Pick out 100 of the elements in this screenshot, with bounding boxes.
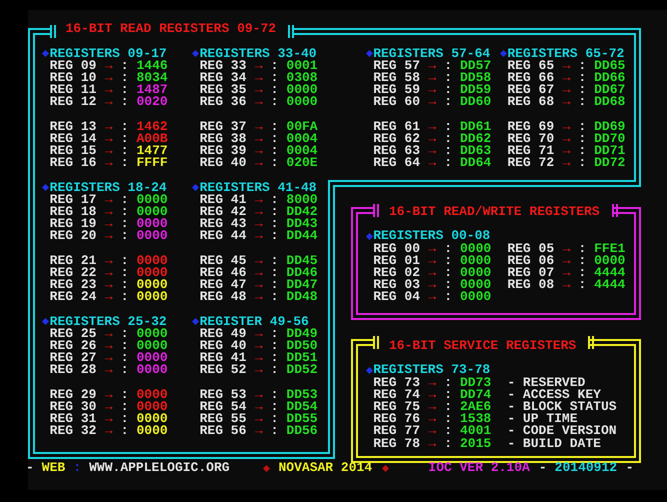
arrow-glyph: → [428, 60, 436, 72]
arrow-glyph: → [104, 413, 113, 426]
arrow-glyph: → [104, 388, 113, 401]
register-label: REG 28 [50, 364, 98, 377]
colon: : [120, 206, 129, 218]
arrow-glyph: → [254, 120, 263, 133]
group-heading: REGISTERS 00-08 [373, 230, 492, 243]
register-value: DD59 [460, 84, 492, 96]
register-value: 1538 [460, 413, 492, 426]
arrow-glyph: → [254, 72, 263, 84]
arrow-glyph: → [254, 266, 263, 280]
arrow-glyph: → [428, 242, 436, 255]
arrow-glyph: → [254, 84, 263, 96]
register-label: REG 07 [507, 266, 555, 280]
register-value: 0000 [286, 96, 318, 108]
colon: : [120, 279, 129, 292]
colon: : [444, 145, 452, 158]
register-label: REG 48 [200, 291, 247, 304]
register-label: REG 74 [373, 388, 421, 401]
register-label: REG 01 [373, 254, 421, 267]
register-label: REG 05 [507, 242, 555, 255]
register-label: REG 00 [373, 242, 421, 255]
register-label: REG 45 [200, 254, 247, 267]
register-label: REG 66 [507, 72, 555, 84]
colon: : [270, 266, 278, 280]
arrow-glyph: → [254, 340, 263, 352]
arrow-glyph: → [104, 340, 113, 352]
colon: : [578, 84, 586, 96]
register-value: DD65 [594, 60, 626, 72]
register-value: 0004 [286, 132, 318, 146]
colon: : [120, 60, 129, 72]
register-label: REG 75 [373, 401, 421, 414]
colon: : [120, 194, 129, 206]
colon: : [270, 388, 278, 401]
register-value: 0020 [136, 96, 168, 108]
register-value: DD48 [286, 291, 318, 304]
colon: : [270, 120, 278, 133]
register-value: 0000 [136, 254, 168, 267]
register-value: 0004 [286, 145, 318, 158]
arrow-glyph: → [254, 254, 263, 267]
register-value: 0000 [136, 194, 168, 206]
register-value: 4444 [594, 279, 626, 292]
version-text: IOC VER 2.10A [428, 462, 531, 474]
group-heading: REGISTERS 73-78 [373, 364, 492, 377]
colon: : [120, 84, 129, 96]
register-value: 8000 [286, 194, 318, 206]
colon: : [270, 352, 278, 364]
register-value: DD62 [460, 132, 492, 146]
colon: : [73, 462, 82, 474]
register-value: 0000 [136, 425, 168, 438]
colon: : [578, 266, 586, 280]
arrow-glyph: → [254, 206, 263, 218]
register-label: REG 56 [200, 425, 247, 438]
register-label: REG 16 [50, 157, 98, 170]
register-label: REG 41 [200, 352, 247, 364]
register-description: - CODE VERSION [507, 425, 618, 438]
register-label: REG 73 [373, 376, 421, 389]
register-label: REG 40 [200, 340, 247, 352]
register-value: 0000 [136, 279, 168, 292]
register-value: 0000 [460, 291, 492, 304]
bullet-icon [42, 318, 50, 326]
register-value: 0000 [136, 266, 168, 280]
colon: : [444, 401, 452, 414]
register-value: 1487 [136, 84, 168, 96]
register-label: REG 76 [373, 413, 421, 426]
register-label: REG 04 [373, 291, 421, 304]
colon: : [444, 60, 452, 72]
arrow-glyph: → [428, 120, 436, 133]
colon: : [578, 157, 586, 170]
group-heading: REGISTER 49-56 [200, 316, 309, 328]
colon: : [270, 206, 278, 218]
website-url: WWW.APPLELOGIC.ORG [89, 462, 231, 474]
arrow-glyph: → [104, 84, 113, 96]
colon: : [120, 157, 129, 170]
colon: : [270, 96, 278, 108]
arrow-glyph: → [104, 230, 113, 243]
colon: : [270, 230, 278, 243]
colon: : [444, 413, 452, 426]
register-label: REG 35 [200, 84, 247, 96]
colon: : [270, 328, 278, 340]
register-value: DD67 [594, 84, 626, 96]
register-label: REG 37 [200, 120, 247, 133]
register-label: REG 59 [373, 84, 421, 96]
register-value: 0000 [136, 328, 168, 340]
register-value: 0000 [460, 266, 492, 280]
arrow-glyph: → [104, 328, 113, 340]
arrow-glyph: → [562, 145, 570, 158]
register-label: REG 44 [200, 230, 247, 243]
register-label: REG 34 [200, 72, 247, 84]
register-value: 2015 [460, 438, 492, 450]
colon: : [444, 120, 452, 133]
dash: - [626, 462, 634, 474]
register-label: REG 43 [200, 218, 247, 230]
register-description: - ACCESS KEY [507, 388, 601, 401]
arrow-glyph: → [254, 413, 263, 426]
register-label: REG 27 [50, 352, 98, 364]
colon: : [120, 388, 129, 401]
register-value: DD43 [286, 218, 318, 230]
register-label: REG 17 [50, 194, 98, 206]
arrow-glyph: → [428, 291, 436, 304]
